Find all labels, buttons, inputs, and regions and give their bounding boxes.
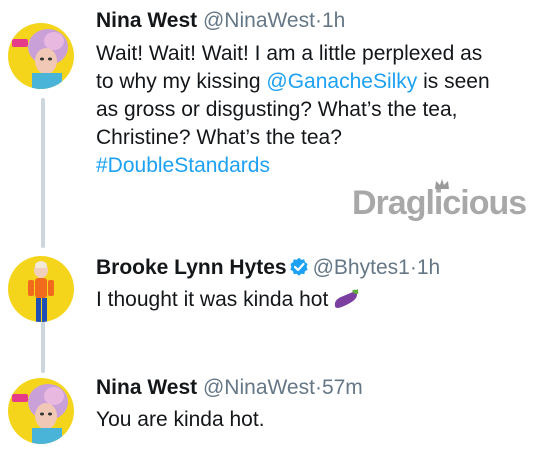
avatar[interactable] <box>8 23 74 89</box>
user-handle[interactable]: @NinaWest <box>203 9 315 32</box>
display-name[interactable]: Nina West <box>96 376 197 399</box>
separator-dot: · <box>314 376 322 399</box>
tweet-line: #DoubleStandards <box>96 152 516 180</box>
separator-dot: · <box>409 256 417 279</box>
display-name[interactable]: Nina West <box>96 9 197 32</box>
separator-dot: · <box>314 9 322 32</box>
thread-line <box>41 98 45 248</box>
tweet-text: Wait! Wait! Wait! I am a little perplexe… <box>96 40 516 180</box>
hashtag-link[interactable]: #DoubleStandards <box>96 154 270 177</box>
tweet-header: Nina West @NinaWest·1h <box>96 7 345 35</box>
tweet-header: Nina West @NinaWest·57m <box>96 374 363 402</box>
tweet-line: You are kinda hot. <box>96 408 265 431</box>
tweet-text: You are kinda hot. <box>96 406 516 434</box>
timestamp[interactable]: 1h <box>322 9 345 32</box>
drag-queen-avatar-icon <box>8 23 74 89</box>
user-handle[interactable]: @NinaWest <box>203 376 315 399</box>
timestamp[interactable]: 1h <box>417 256 440 279</box>
avatar[interactable] <box>8 256 74 322</box>
tweet-line: as gross or disgusting? What’s the tea, <box>96 98 458 121</box>
display-name[interactable]: Brooke Lynn Hytes <box>96 256 287 279</box>
user-handle[interactable]: @Bhytes1 <box>313 256 410 279</box>
mention-link[interactable]: @GanacheSilky <box>266 70 417 93</box>
tweet-line: Christine? What’s the tea? <box>96 126 342 149</box>
timestamp[interactable]: 57m <box>322 376 363 399</box>
tweet-line: Wait! Wait! Wait! I am a little perplexe… <box>96 42 483 65</box>
tweet-text: I thought it was kinda hot <box>96 286 516 314</box>
watermark: Draglicious <box>352 179 532 232</box>
drag-queen-avatar-icon <box>8 378 74 444</box>
verified-badge-icon <box>290 257 308 276</box>
eggplant-emoji-icon <box>335 289 359 308</box>
tweet-header: Brooke Lynn Hytes @Bhytes1·1h <box>96 254 440 282</box>
avatar[interactable] <box>8 378 74 444</box>
tweet-line: I thought it was kinda hot <box>96 288 329 311</box>
drag-queen-avatar-orange-icon <box>8 256 74 322</box>
thread-line <box>41 318 45 373</box>
tweet-line: to why my kissing @GanacheSilky is seen <box>96 70 490 93</box>
crown-icon <box>435 179 449 189</box>
